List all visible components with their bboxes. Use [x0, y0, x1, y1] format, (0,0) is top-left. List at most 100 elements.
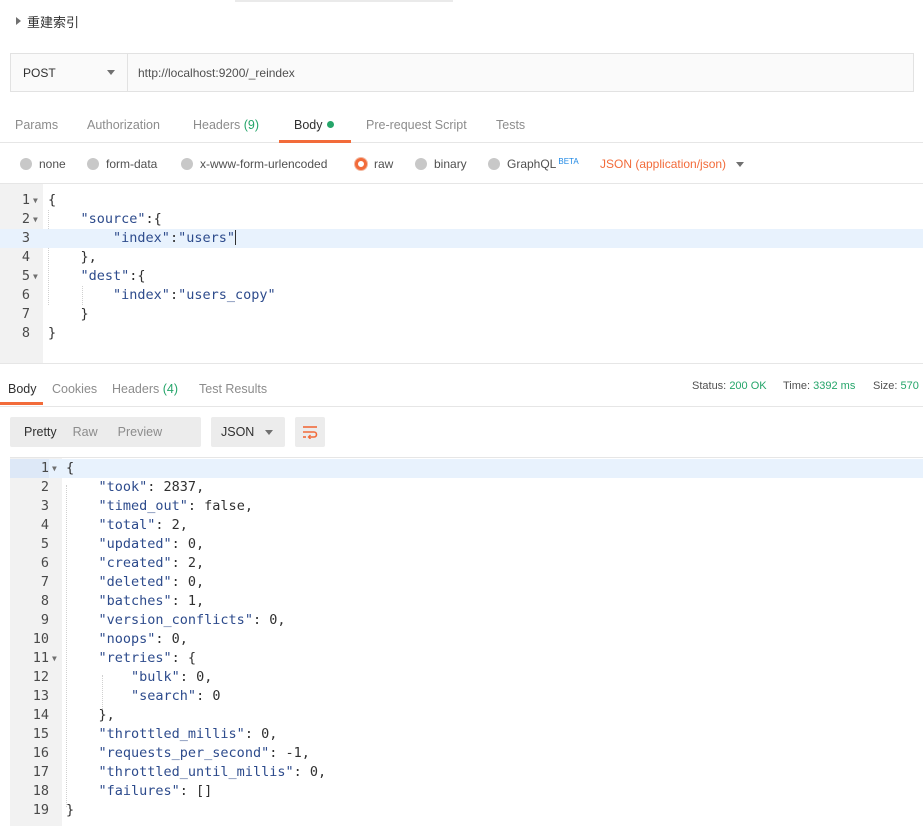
window-top-strip [235, 0, 453, 2]
tab-response-headers[interactable]: Headers (4) [112, 375, 178, 403]
code-text: "timed_out": false, [98, 498, 253, 514]
radio-button[interactable] [415, 158, 427, 170]
line-number: 16 [32, 745, 49, 761]
fold-toggle-icon[interactable]: ▼ [33, 191, 38, 210]
content-type-select[interactable]: JSON (application/json) [600, 153, 745, 175]
fold-toggle-icon[interactable]: ▼ [52, 649, 57, 668]
tab-response-body[interactable]: Body [8, 375, 37, 403]
line-number: 19 [32, 802, 49, 818]
view-mode-group: Pretty Raw Preview [10, 417, 201, 447]
time-value: 3392 ms [813, 380, 856, 392]
code-text: "updated": 0, [98, 536, 205, 552]
tab-params[interactable]: Params [15, 110, 58, 143]
tab-pre-request-script[interactable]: Pre-request Script [366, 110, 467, 143]
request-code-line: 5 ▼ "dest":{ [0, 267, 923, 286]
request-body-editor[interactable]: 1 ▼{2 ▼ "source":{3 "index":"users" 4 }, 5 ▼ … [0, 183, 923, 364]
active-tab-underline [279, 140, 351, 143]
pretty-button[interactable]: Pretty [10, 425, 71, 439]
request-name: 重建索引 [27, 14, 80, 30]
response-code-line: 8 "batches": 1, [10, 592, 923, 611]
code-text: "deleted": 0, [98, 574, 205, 590]
tab-tests[interactable]: Tests [496, 110, 525, 143]
response-code-line: 9 "version_conflicts": 0, [10, 611, 923, 630]
radio-raw[interactable]: raw [355, 153, 393, 175]
request-title[interactable]: 重建索引 [12, 12, 79, 30]
status-value: 200 OK [729, 380, 767, 392]
tab-cookies[interactable]: Cookies [52, 375, 97, 403]
radio-graphql[interactable]: GraphQL BETA [488, 153, 579, 175]
request-code-line: 4 }, [0, 248, 923, 267]
line-number: 4 [40, 517, 49, 533]
response-code-line: 11 ▼ "retries": { [10, 649, 923, 668]
response-body-viewer[interactable]: 1 ▼{2 "took": 2837, 3 "timed_out": false, 4… [10, 457, 923, 826]
response-code-line: 2 "took": 2837, [10, 478, 923, 497]
chevron-down-icon [107, 70, 115, 75]
code-text: } [48, 325, 57, 341]
caret-right-icon[interactable] [16, 17, 21, 25]
tab-test-results[interactable]: Test Results [199, 375, 267, 403]
line-number: 2 [21, 211, 30, 227]
radio-button-selected[interactable] [355, 158, 367, 170]
beta-badge: BETA [558, 156, 579, 166]
code-text: "took": 2837, [98, 479, 205, 495]
response-code-line: 1 ▼ { [10, 459, 923, 478]
format-select[interactable]: JSON [211, 417, 285, 447]
fold-toggle-icon[interactable]: ▼ [33, 210, 38, 229]
tab-authorization[interactable]: Authorization [87, 110, 160, 143]
url-bar: POST http://localhost:9200/_reindex [10, 53, 914, 92]
line-number: 18 [32, 783, 49, 799]
status-info: Status: 200 OK [692, 375, 767, 397]
code-text: "noops": 0, [98, 631, 188, 647]
radio-label: binary [434, 157, 467, 171]
wrap-lines-button[interactable] [295, 417, 325, 447]
radio-button[interactable] [181, 158, 193, 170]
line-number: 8 [40, 593, 49, 609]
response-code-line: 13 "search": 0 [10, 687, 923, 706]
url-input[interactable]: http://localhost:9200/_reindex [128, 54, 913, 91]
fold-toggle-icon[interactable]: ▼ [52, 459, 57, 478]
tab-body[interactable]: Body [294, 110, 334, 143]
method-select[interactable]: POST [11, 54, 128, 91]
body-type-options: none form-data x-www-form-urlencoded raw… [0, 153, 923, 175]
line-number: 3 [40, 498, 49, 514]
line-number: 7 [21, 306, 30, 322]
response-code-line: 7 "deleted": 0, [10, 573, 923, 592]
radio-button[interactable] [488, 158, 500, 170]
content-type-label: JSON (application/json) [600, 157, 727, 171]
radio-urlencoded[interactable]: x-www-form-urlencoded [181, 153, 327, 175]
response-code-line: 12 "bulk": 0, [10, 668, 923, 687]
line-number: 13 [32, 688, 49, 704]
tab-label: Tests [496, 118, 526, 132]
code-text: "requests_per_second": -1, [98, 745, 310, 761]
line-number: 6 [40, 555, 49, 571]
url-text: http://localhost:9200/_reindex [138, 65, 295, 80]
response-code-line: 10 "noops": 0, [10, 630, 923, 649]
preview-button[interactable]: Preview [104, 425, 176, 439]
code-text: "throttled_millis": 0, [98, 726, 278, 742]
radio-binary[interactable]: binary [415, 153, 467, 175]
body-indicator-dot [326, 121, 334, 128]
tab-headers[interactable]: Headers (9) [193, 110, 259, 143]
headers-count: (4) [162, 382, 179, 396]
line-number: 10 [32, 631, 49, 647]
line-number: 3 [21, 230, 30, 246]
radio-form-data[interactable]: form-data [87, 153, 157, 175]
raw-button[interactable]: Raw [71, 425, 104, 439]
radio-label: raw [374, 157, 394, 171]
response-code-line: 5 "updated": 0, [10, 535, 923, 554]
code-text: "search": 0 [131, 688, 221, 704]
radio-button[interactable] [20, 158, 32, 170]
size-label: Size: [873, 380, 898, 392]
line-number: 15 [32, 726, 49, 742]
radio-none[interactable]: none [20, 153, 66, 175]
format-label: JSON [221, 425, 255, 439]
tab-label: Test Results [199, 382, 268, 396]
code-text: "bulk": 0, [131, 669, 213, 685]
chevron-down-icon [736, 161, 745, 167]
response-code-line: 19} [10, 801, 923, 820]
line-number: 2 [40, 479, 49, 495]
response-code-line: 3 "timed_out": false, [10, 497, 923, 516]
code-text: }, [48, 249, 97, 265]
fold-toggle-icon[interactable]: ▼ [33, 267, 38, 286]
radio-button[interactable] [87, 158, 99, 170]
